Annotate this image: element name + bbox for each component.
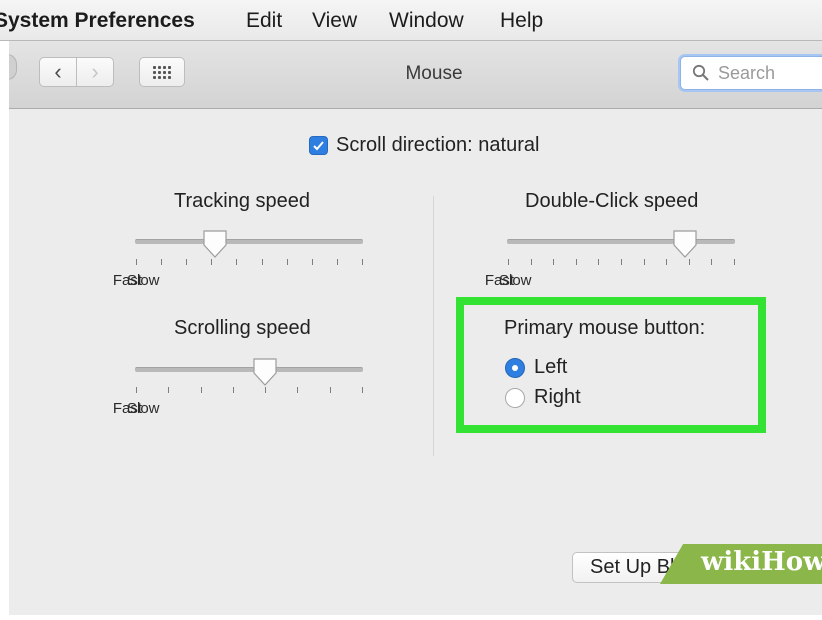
logo-part-wiki: wiki bbox=[701, 547, 762, 577]
grid-icon bbox=[153, 65, 171, 79]
search-icon bbox=[692, 64, 709, 81]
wikihow-logo: wikiHow bbox=[701, 547, 822, 577]
slider-fast-label: Fast bbox=[112, 400, 142, 417]
slider-ticks bbox=[135, 387, 363, 395]
slider-tick bbox=[201, 387, 202, 393]
slider-thumb[interactable] bbox=[672, 229, 698, 261]
slider-tick bbox=[136, 387, 137, 393]
radio-left-label[interactable]: Left bbox=[534, 356, 567, 379]
slider-track bbox=[507, 239, 735, 244]
radio-left[interactable] bbox=[505, 358, 525, 378]
primary-mouse-button-label: Primary mouse button: bbox=[504, 317, 706, 339]
slider-tick bbox=[186, 259, 187, 265]
slider-tick bbox=[312, 259, 313, 265]
slider-tick bbox=[297, 387, 298, 393]
show-all-button[interactable] bbox=[139, 57, 185, 87]
slider-tick bbox=[644, 259, 645, 265]
menu-window[interactable]: Window bbox=[389, 9, 464, 33]
menu-bar: System Preferences Edit View Window Help bbox=[0, 0, 822, 41]
menu-help[interactable]: Help bbox=[500, 9, 543, 33]
traffic-light-button[interactable] bbox=[9, 54, 17, 80]
scroll-direction-label: Scroll direction: natural bbox=[336, 134, 540, 156]
window-toolbar: ‹ › Mouse Search bbox=[9, 41, 822, 109]
slider-ticks bbox=[135, 259, 363, 267]
slider-tick bbox=[711, 259, 712, 265]
radio-right[interactable] bbox=[505, 388, 525, 408]
menu-app-name[interactable]: System Preferences bbox=[0, 9, 195, 33]
slider-fast-label: Fast bbox=[112, 272, 142, 289]
back-button[interactable]: ‹ bbox=[39, 57, 77, 87]
forward-button[interactable]: › bbox=[76, 57, 114, 87]
slider-track bbox=[135, 239, 363, 244]
tracking-speed-label: Tracking speed bbox=[174, 190, 310, 212]
slider-tick bbox=[362, 259, 363, 265]
slider-tick bbox=[136, 259, 137, 265]
slider-tick bbox=[233, 387, 234, 393]
chevron-right-icon: › bbox=[91, 59, 99, 84]
scrolling-speed-label: Scrolling speed bbox=[174, 317, 311, 339]
window-title: Mouse bbox=[405, 63, 463, 84]
column-divider bbox=[433, 196, 434, 456]
slider-tick bbox=[553, 259, 554, 265]
slider-tick bbox=[287, 259, 288, 265]
slider-tick bbox=[330, 387, 331, 393]
slider-tick bbox=[168, 387, 169, 393]
radio-right-label[interactable]: Right bbox=[534, 386, 581, 409]
slider-tick bbox=[621, 259, 622, 265]
chevron-left-icon: ‹ bbox=[54, 59, 62, 84]
scroll-direction-checkbox[interactable] bbox=[309, 136, 328, 155]
slider-fast-label: Fast bbox=[484, 272, 514, 289]
menu-edit[interactable]: Edit bbox=[246, 9, 282, 33]
slider-tick bbox=[531, 259, 532, 265]
menu-view[interactable]: View bbox=[312, 9, 357, 33]
slider-tick bbox=[337, 259, 338, 265]
slider-tick bbox=[236, 259, 237, 265]
slider-tick bbox=[262, 259, 263, 265]
checkmark-icon bbox=[313, 141, 324, 151]
double-click-speed-label: Double-Click speed bbox=[525, 190, 699, 212]
slider-tick bbox=[734, 259, 735, 265]
slider-tick bbox=[508, 259, 509, 265]
search-placeholder: Search bbox=[718, 63, 776, 83]
slider-tick bbox=[161, 259, 162, 265]
mouse-preferences-window: ‹ › Mouse Search Scroll direction: natur… bbox=[9, 41, 822, 615]
slider-thumb[interactable] bbox=[252, 357, 278, 389]
slider-tick bbox=[598, 259, 599, 265]
slider-thumb[interactable] bbox=[202, 229, 228, 261]
slider-tick bbox=[576, 259, 577, 265]
slider-tick bbox=[362, 387, 363, 393]
slider-ticks bbox=[507, 259, 735, 267]
logo-part-how: How bbox=[761, 547, 822, 577]
search-field[interactable]: Search bbox=[680, 56, 822, 90]
slider-tick bbox=[666, 259, 667, 265]
slider-track bbox=[135, 367, 363, 372]
